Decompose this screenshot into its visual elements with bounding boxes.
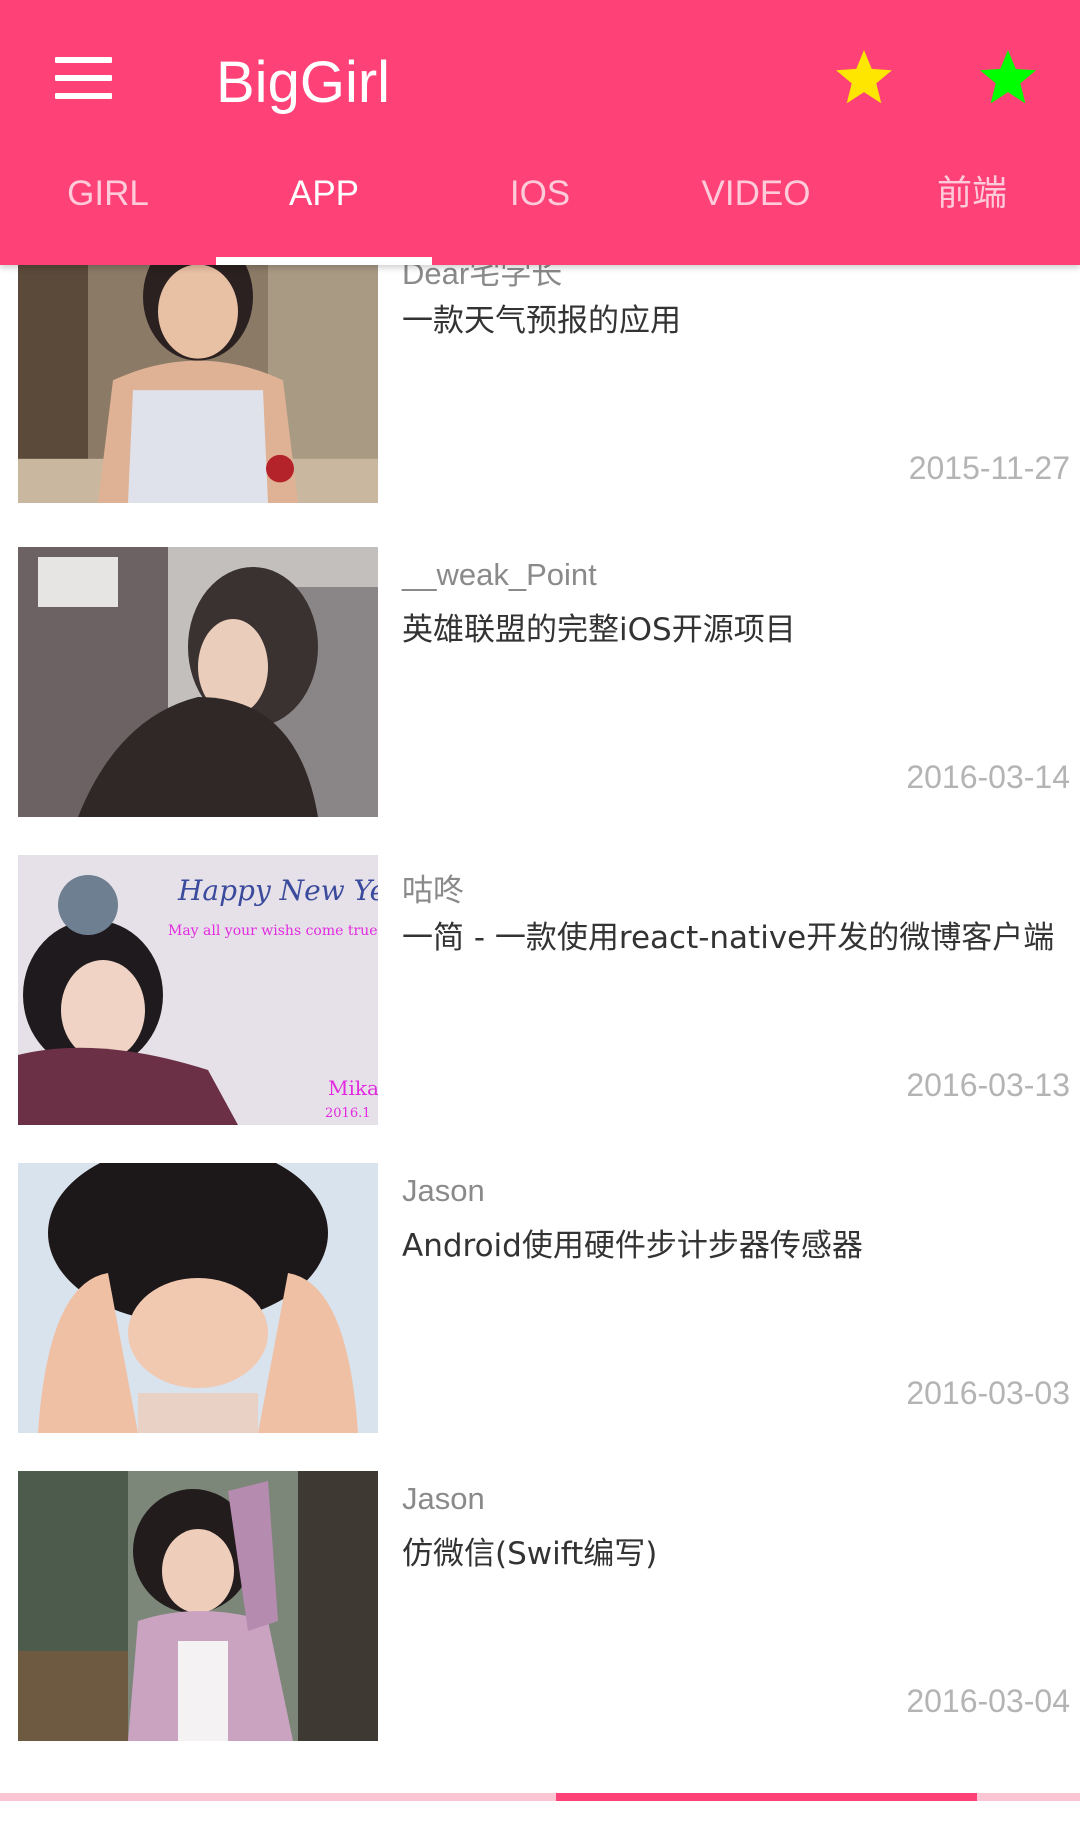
list-item[interactable]: Happy New Year May all your wishs come t… — [0, 855, 1080, 1125]
tab-ios[interactable]: IOS — [432, 165, 648, 265]
thumb-greeting-text: Happy New Year — [177, 874, 378, 907]
article-title: 仿微信(Swift编写) — [402, 1536, 658, 1572]
article-thumbnail — [18, 1471, 378, 1741]
tab-indicator — [216, 257, 432, 265]
article-author: Jason — [402, 1173, 485, 1208]
article-author: __weak_Point — [402, 557, 597, 592]
tab-bar: GIRL APP IOS VIDEO 前端 — [0, 165, 1080, 265]
article-author: Jason — [402, 1481, 485, 1516]
app-bar: BigGirl GIRL APP IOS VIDEO 前端 — [0, 0, 1080, 265]
girl-photo-image — [18, 547, 378, 817]
thumb-date-text: 2016.1 — [325, 1106, 371, 1121]
tab-frontend[interactable]: 前端 — [864, 165, 1080, 265]
tab-app[interactable]: APP — [216, 165, 432, 265]
list-item[interactable]: Jason Android使用硬件步计步器传感器 2016-03-03 — [0, 1163, 1080, 1433]
hamburger-menu-icon[interactable] — [55, 57, 112, 99]
star-icon[interactable] — [832, 46, 896, 110]
app-title: BigGirl — [216, 50, 391, 115]
article-thumbnail — [18, 547, 378, 817]
list-item[interactable]: Jason 仿微信(Swift编写) 2016-03-04 — [0, 1471, 1080, 1741]
thumb-wish-text: May all your wishs come true — [168, 923, 378, 939]
list-item[interactable]: __weak_Point 英雄联盟的完整iOS开源项目 2016-03-14 — [0, 547, 1080, 817]
article-title: 英雄联盟的完整iOS开源项目 — [402, 612, 796, 648]
girl-photo-image: Happy New Year May all your wishs come t… — [18, 855, 378, 1125]
article-title: 一款天气预报的应用 — [402, 303, 681, 339]
thumb-name-text: Mika — [328, 1076, 378, 1100]
scroll-progress-indicator — [556, 1793, 978, 1801]
article-thumbnail — [18, 233, 378, 508]
article-date: 2016-03-13 — [906, 1067, 1070, 1103]
article-date: 2016-03-04 — [906, 1683, 1070, 1719]
article-thumbnail — [18, 1163, 378, 1433]
scroll-progress-track — [0, 1793, 1080, 1801]
article-date: 2015-11-27 — [908, 450, 1070, 486]
article-title: Android使用硬件步计步器传感器 — [402, 1228, 863, 1264]
girl-photo-image — [18, 1471, 378, 1741]
article-list[interactable]: Dear宅学长 一款天气预报的应用 2015-11-27 __weak_Poin… — [0, 0, 1080, 1790]
article-author: 咕咚 — [402, 873, 464, 908]
article-thumbnail: Happy New Year May all your wishs come t… — [18, 855, 378, 1125]
article-title: 一简 - 一款使用react-native开发的微博客户端 — [402, 920, 1055, 956]
tab-girl[interactable]: GIRL — [0, 165, 216, 265]
tab-video[interactable]: VIDEO — [648, 165, 864, 265]
girl-photo-image — [18, 1163, 378, 1433]
girl-photo-image — [18, 233, 378, 503]
star-shape — [980, 50, 1036, 104]
star-icon[interactable] — [976, 46, 1040, 110]
article-date: 2016-03-14 — [906, 759, 1070, 795]
list-item[interactable]: Dear宅学长 一款天气预报的应用 2015-11-27 — [0, 233, 1080, 508]
article-date: 2016-03-03 — [906, 1375, 1070, 1411]
star-shape — [836, 50, 892, 104]
